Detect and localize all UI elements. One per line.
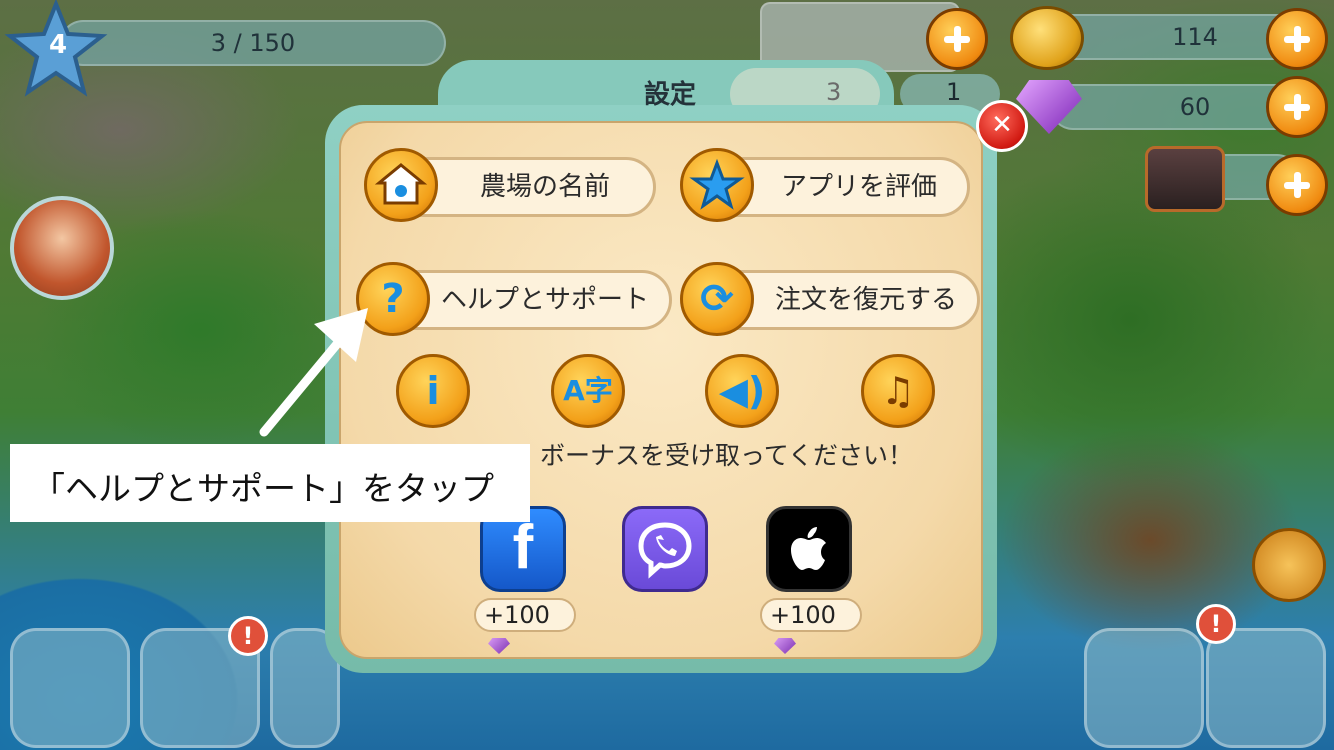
- info-button[interactable]: i: [396, 354, 470, 428]
- alert-badge-icon: !: [228, 616, 268, 656]
- language-button[interactable]: A字: [551, 354, 625, 428]
- restore-icon: ⟳: [680, 262, 754, 336]
- music-button[interactable]: ♫: [861, 354, 935, 428]
- xp-bar: 3 / 150: [60, 20, 446, 66]
- farm-name-label: 農場の名前: [479, 172, 610, 202]
- avatar[interactable]: [10, 196, 114, 300]
- gems-bar: 60: [1050, 84, 1300, 130]
- friends-button[interactable]: [1206, 628, 1326, 748]
- apple-icon: [791, 527, 826, 570]
- sound-button[interactable]: ◀): [705, 354, 779, 428]
- language-icon: A字: [563, 374, 613, 407]
- level-number: 4: [48, 30, 68, 60]
- star-icon: [680, 148, 754, 222]
- add-gems-button[interactable]: [1266, 76, 1328, 138]
- add-cards-button[interactable]: [926, 8, 988, 70]
- gem-icon: [488, 638, 510, 654]
- restore-orders-label: 注文を復元する: [774, 285, 957, 315]
- info-icon: i: [426, 369, 440, 413]
- help-support-label: ヘルプとサポート: [440, 285, 649, 315]
- close-icon: ✕: [991, 110, 1013, 140]
- facebook-reward-badge: +100: [474, 598, 576, 654]
- xp-progress-text: 3 / 150: [210, 29, 296, 57]
- view-button[interactable]: [1266, 154, 1328, 216]
- bonus-text: ボーナスを受け取ってください！: [540, 441, 914, 470]
- home-icon: [364, 148, 438, 222]
- add-coins-button[interactable]: [1266, 8, 1328, 70]
- facebook-reward-amount: +100: [484, 601, 550, 629]
- rate-app-label: アプリを評価: [780, 172, 937, 202]
- market-bag-button[interactable]: [10, 628, 130, 748]
- apple-reward-badge: +100: [760, 598, 862, 654]
- viber-login-button[interactable]: [622, 506, 708, 592]
- sound-icon: ◀): [718, 369, 766, 413]
- facebook-icon: f: [512, 513, 534, 582]
- apple-reward-amount: +100: [770, 601, 836, 629]
- instruction-callout: 「ヘルプとサポート」をタップ: [10, 444, 530, 522]
- viber-icon: [638, 522, 692, 579]
- cards-count: 1: [946, 78, 962, 106]
- coin-icon: [1010, 6, 1084, 70]
- coins-bar: 114: [1050, 14, 1300, 60]
- alert-badge-icon: !: [1196, 604, 1236, 644]
- pointer-arrow-icon: [259, 308, 368, 437]
- treasure-chest-icon[interactable]: [1145, 146, 1225, 212]
- instruction-text: 「ヘルプとサポート」をタップ: [32, 469, 494, 508]
- gem-icon: [774, 638, 796, 654]
- close-button[interactable]: ✕: [976, 100, 1028, 152]
- music-icon: ♫: [880, 369, 916, 413]
- settings-gear-icon[interactable]: [1252, 528, 1326, 602]
- card-tab-count: 3: [826, 78, 842, 106]
- dialog-title: 設定: [643, 80, 696, 110]
- leaderboard-button[interactable]: [1084, 628, 1204, 748]
- apple-login-button[interactable]: [766, 506, 852, 592]
